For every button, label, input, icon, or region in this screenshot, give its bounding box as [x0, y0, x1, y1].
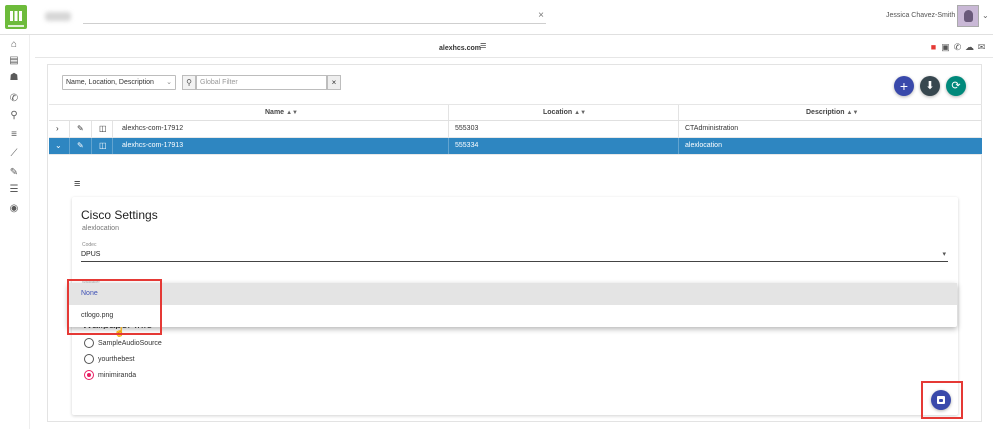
codec-select[interactable]: DPUS ▾ [81, 249, 948, 262]
sort-icon: ▲▼ [574, 110, 587, 116]
sort-icon: ▲▼ [286, 110, 298, 116]
app-logo[interactable] [5, 5, 27, 29]
edit-icon[interactable]: ✎ [77, 124, 84, 133]
phone-settings-icon[interactable]: ✆ [952, 42, 963, 53]
edit-icon[interactable]: ✎ [77, 141, 84, 150]
columns-icon[interactable]: ◫ [99, 124, 107, 133]
settings-subtitle: alexlocation [82, 225, 119, 232]
users-icon[interactable]: ☗ [8, 72, 20, 84]
phone-icon[interactable]: ✆ [8, 93, 20, 105]
avatar[interactable] [957, 5, 979, 27]
detail-menu-icon[interactable]: ≡ [74, 178, 80, 190]
global-filter-input[interactable]: Global Filter [196, 75, 327, 90]
filter-clear-button[interactable]: × [327, 75, 341, 90]
expand-chevron-icon[interactable]: › [56, 124, 59, 133]
highlight-box-save [921, 381, 963, 419]
radio-option[interactable]: SampleAudioSource [84, 337, 162, 349]
column-header-description[interactable]: Description ▲▼ [806, 109, 858, 116]
user-name[interactable]: Jessica Chavez-Smith [886, 12, 955, 19]
cell-name: alexhcs-com-17913 [122, 142, 184, 149]
domain-title: alexhcs.com [439, 45, 482, 52]
building-icon[interactable]: ▤ [8, 55, 20, 67]
column-header-location[interactable]: Location ▲▼ [543, 109, 586, 116]
radio-option[interactable]: minimiranda [84, 369, 136, 381]
list-icon[interactable]: ≡ [8, 129, 20, 141]
collapse-chevron-icon[interactable]: ⌄ [55, 141, 62, 150]
highlight-box-dropdown [67, 279, 162, 335]
screen-icon[interactable]: ▣ [940, 42, 951, 53]
dropdown-option-ctlogo[interactable]: ctlogo.png [68, 305, 957, 327]
top-bar: × Jessica Chavez-Smith ⌄ [0, 0, 993, 35]
sub-header: alexhcs.com ≡ ■ ▣ ✆ ☁ ✉ [35, 38, 993, 58]
columns-icon[interactable]: ◫ [99, 141, 107, 150]
cell-name: alexhcs-com-17912 [122, 125, 184, 132]
radio-button[interactable] [84, 338, 94, 348]
wallpaper-dropdown-menu: None ctlogo.png [68, 283, 957, 327]
dropdown-option-none[interactable]: None [68, 283, 957, 305]
radio-label: yourthebest [98, 355, 135, 363]
side-nav: ⌂ ▤ ☗ ✆ ⚲ ≡ ⟋ ✎ ☰ ◉ [0, 35, 30, 429]
top-search-input[interactable]: × [83, 9, 546, 24]
table-row-selected[interactable]: ⌄ ✎ ◫ alexhcs-com-17913 555334 alexlocat… [49, 138, 982, 155]
brush-icon[interactable]: ✎ [8, 167, 20, 179]
table-header: Name ▲▼ Location ▲▼ Description ▲▼ [49, 104, 982, 121]
codec-label: Codec [82, 242, 97, 248]
radio-button-selected[interactable] [84, 370, 94, 380]
column-header-name[interactable]: Name ▲▼ [265, 109, 298, 116]
chevron-down-icon: ⌄ [166, 79, 172, 86]
radio-label: SampleAudioSource [98, 339, 162, 347]
user-menu-chevron-icon[interactable]: ⌄ [982, 11, 989, 20]
settings-title: Cisco Settings [81, 208, 158, 222]
table-row[interactable]: › ✎ ◫ alexhcs-com-17912 555303 CTAdminis… [49, 121, 982, 138]
mail-icon[interactable]: ✉ [976, 42, 987, 53]
add-button[interactable]: + [894, 76, 914, 96]
radio-button[interactable] [84, 354, 94, 364]
chevron-down-icon: ▾ [942, 251, 946, 258]
magic-wand-icon[interactable]: ⟋ [8, 148, 20, 160]
download-button[interactable]: ⬇ [920, 76, 940, 96]
domain-menu-icon[interactable]: ≡ [480, 40, 486, 52]
app-name-blurred [45, 12, 71, 21]
bookmark-icon[interactable]: ■ [928, 42, 939, 53]
locations-table: Name ▲▼ Location ▲▼ Description ▲▼ › ✎ ◫ al… [49, 104, 982, 155]
cell-description: alexlocation [685, 142, 722, 149]
search-icon[interactable]: ⚲ [182, 75, 196, 90]
radio-option[interactable]: yourthebest [84, 353, 135, 365]
codec-value: DPUS [81, 251, 101, 258]
lines-icon[interactable]: ☰ [8, 184, 20, 196]
header-icons: ■ ▣ ✆ ☁ ✉ [928, 41, 987, 53]
sort-icon: ▲▼ [846, 110, 859, 116]
location-icon[interactable]: ⚲ [8, 110, 20, 122]
refresh-button[interactable]: ⟳ [946, 76, 966, 96]
filter-field-select[interactable]: Name, Location, Description ⌄ [62, 75, 176, 90]
home-icon[interactable]: ⌂ [8, 39, 20, 51]
cell-location: 555334 [455, 142, 479, 149]
compass-icon[interactable]: ◉ [8, 203, 20, 215]
cloud-upload-icon[interactable]: ☁ [964, 42, 975, 53]
radio-label: minimiranda [98, 371, 137, 379]
cell-location: 555303 [455, 125, 479, 132]
cell-description: CTAdministration [685, 125, 739, 132]
search-clear-icon[interactable]: × [538, 10, 544, 21]
filter-field-value: Name, Location, Description [66, 79, 154, 86]
